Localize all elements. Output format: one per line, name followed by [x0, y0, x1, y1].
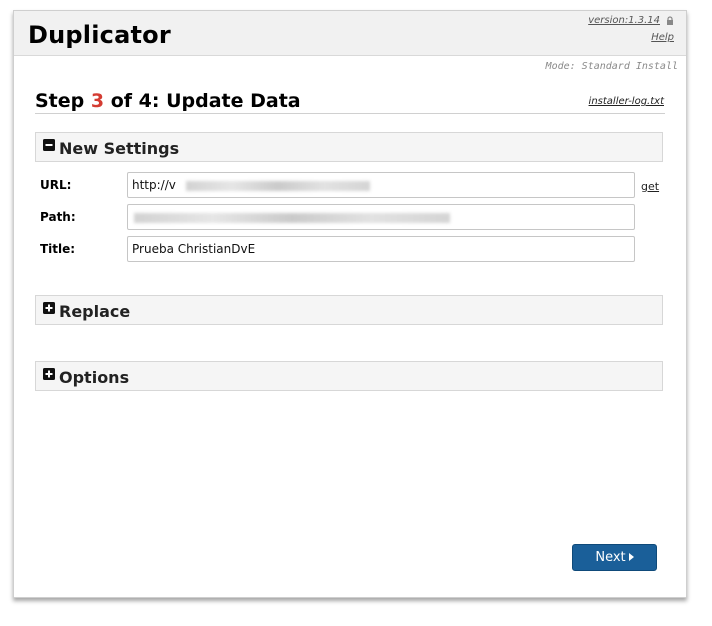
header-bar: Duplicator version:1.3.14 Help [14, 11, 686, 56]
step-number: 3 [90, 90, 105, 112]
version-link[interactable]: version:1.3.14 [588, 15, 660, 26]
next-label: Next [595, 550, 626, 565]
get-url-link[interactable]: get [641, 180, 659, 193]
section-options[interactable]: Options [35, 361, 663, 391]
installer-log-link[interactable]: installer-log.txt [589, 96, 664, 107]
next-button[interactable]: Next [572, 544, 657, 571]
page-title: Step 3 of 4: Update Data [35, 90, 301, 112]
step-prefix: Step [35, 90, 91, 112]
url-value: http://v [132, 178, 176, 192]
installer-window: Duplicator version:1.3.14 Help Mode: Sta… [13, 10, 687, 598]
path-label: Path: [40, 210, 76, 224]
plus-square-icon [43, 302, 55, 314]
url-label: URL: [40, 178, 72, 192]
title-input[interactable]: Prueba ChristianDvE [127, 236, 635, 262]
lock-icon [667, 16, 673, 25]
section-replace[interactable]: Replace [35, 295, 663, 325]
title-label: Title: [40, 242, 76, 256]
minus-square-icon [43, 139, 55, 151]
redacted-text [186, 181, 370, 191]
redacted-text [134, 213, 450, 223]
caret-right-icon [628, 553, 634, 561]
url-input[interactable]: http://v [127, 172, 635, 198]
section-label: Options [59, 368, 130, 387]
section-label: Replace [59, 302, 131, 321]
install-mode-label: Mode: Standard Install [545, 61, 678, 72]
section-label: New Settings [59, 139, 180, 158]
title-divider [35, 113, 665, 114]
step-suffix: of 4: Update Data [104, 90, 301, 112]
help-link[interactable]: Help [651, 32, 674, 43]
path-input[interactable] [127, 204, 635, 230]
section-new-settings[interactable]: New Settings [35, 132, 663, 162]
app-title: Duplicator [28, 21, 171, 49]
plus-square-icon [43, 368, 55, 380]
